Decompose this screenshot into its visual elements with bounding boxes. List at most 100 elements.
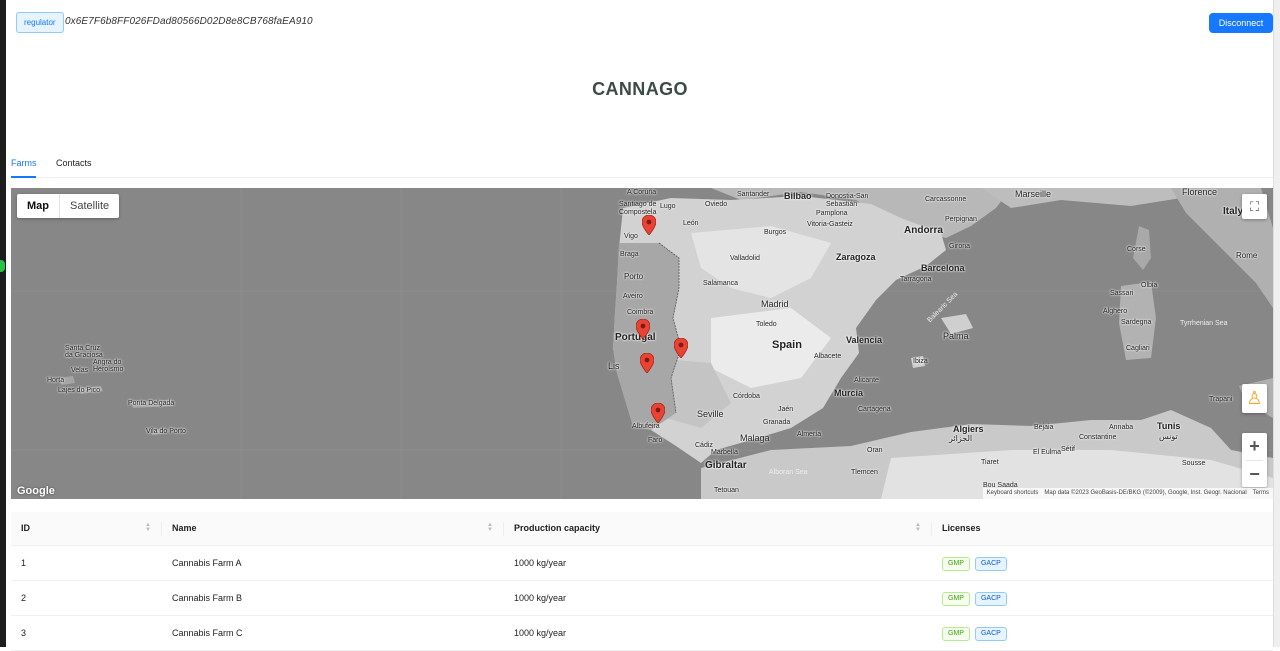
label-sardegna: Sardegna [1121, 319, 1152, 326]
sort-icon[interactable]: ▲ ▼ [145, 522, 151, 533]
label-angra: Angra do Heroísmo [93, 359, 124, 373]
cell-capacity: 1000 kg/year [514, 628, 567, 638]
label-olbia: Olbia [1141, 282, 1158, 289]
label-cagliari: Cagliari [1126, 345, 1150, 352]
label-murcia: Murcia [834, 388, 864, 398]
cell-name: Cannabis Farm B [172, 593, 243, 603]
label-algiers-ar: الجزائر [949, 434, 973, 443]
table-row[interactable]: 1 Cannabis Farm A 1000 kg/year GMP GACP [11, 546, 1273, 581]
label-albufeira: Albufeira [632, 423, 660, 430]
label-valladolid: Valladolid [730, 255, 760, 262]
label-horta: Horta [47, 377, 65, 384]
terms-link[interactable]: Terms [1253, 488, 1269, 499]
column-id-header[interactable]: ID ▲ ▼ [21, 512, 151, 546]
table-row[interactable]: 3 Cannabis Farm C 1000 kg/year GMP GACP [11, 616, 1273, 651]
label-trapani: Trapani [1209, 396, 1233, 403]
column-name-header[interactable]: Name ▲ ▼ [172, 512, 493, 546]
label-vigo: Vigo [624, 233, 638, 240]
label-oviedo: Oviedo [705, 201, 728, 208]
map-type-satellite-button[interactable]: Satellite [60, 194, 119, 218]
disconnect-button[interactable]: Disconnect [1209, 13, 1273, 33]
label-donostia: Donostia-San Sebastián [826, 193, 869, 208]
farm-marker-pin[interactable] [635, 318, 651, 340]
label-alghero: Alghero [1103, 308, 1128, 315]
label-tunis: Tunis [1157, 421, 1181, 431]
tab-contacts[interactable]: Contacts [56, 157, 92, 169]
label-marseille: Marseille [1015, 189, 1052, 199]
license-tag: GMP [942, 591, 970, 606]
label-ponta-delgada: Ponta Delgada [128, 400, 175, 407]
column-divider [161, 522, 162, 536]
label-bilbao: Bilbao [784, 191, 812, 201]
street-view-pegman-icon[interactable]: ♙ [1242, 384, 1267, 413]
label-tiaret: Tiaret [981, 459, 999, 466]
farm-marker-pin[interactable] [673, 337, 688, 359]
cell-capacity: 1000 kg/year [514, 558, 567, 568]
farms-map[interactable]: A Coruña Santiago de Compostela Lugo Ovi… [11, 188, 1273, 499]
label-cadiz: Cádiz [695, 442, 713, 449]
wallet-address: 0x6E7F6b8FF026FDad80566D02D8e8CB768faEA9… [65, 16, 313, 27]
label-braga: Braga [620, 251, 639, 258]
tab-farms[interactable]: Farms [11, 157, 37, 169]
label-madrid: Madrid [761, 299, 789, 309]
cell-id: 3 [21, 628, 27, 638]
label-santander: Santander [737, 191, 770, 198]
license-tag: GACP [974, 626, 1007, 641]
map-attribution: Keyboard shortcuts Map data ©2023 GeoBas… [982, 488, 1273, 499]
fullscreen-icon[interactable]: ⛶ [1242, 194, 1267, 219]
farm-marker-pin[interactable] [639, 352, 655, 374]
header: regulator 0x6E7F6b8FF026FDad80566D02D8e8… [16, 12, 1274, 34]
sort-icon[interactable]: ▲ ▼ [915, 522, 921, 533]
label-marbella: Marbella [711, 449, 738, 456]
label-granada: Granada [763, 419, 791, 426]
label-gibraltar: Gibraltar [705, 460, 747, 471]
farm-marker-pin[interactable] [650, 402, 666, 424]
column-capacity-header[interactable]: Production capacity ▲ ▼ [514, 512, 921, 546]
google-logo: Google [17, 485, 55, 497]
sort-icon[interactable]: ▲ ▼ [487, 522, 493, 533]
label-malaga: Malaga [740, 433, 770, 443]
label-burgos: Burgos [764, 229, 787, 236]
label-algiers: Algiers [953, 424, 984, 434]
table-row[interactable]: 2 Cannabis Farm B 1000 kg/year GMP GACP [11, 581, 1273, 616]
license-tag: GACP [974, 591, 1007, 606]
zoom-out-icon[interactable]: − [1242, 461, 1267, 488]
label-perpignan: Perpignan [945, 216, 977, 223]
label-seville: Seville [697, 409, 724, 419]
cannago-logo: CANNAGO [592, 79, 688, 99]
farms-table: ID ▲ ▼ Name ▲ ▼ Production capacity ▲ ▼ Licens… [11, 512, 1273, 651]
label-lisbon: Lis [608, 361, 620, 371]
farm-marker-pin[interactable] [641, 214, 657, 236]
license-tag: GMP [942, 626, 970, 641]
label-a-coruna: A Coruña [627, 189, 657, 196]
label-aveiro: Aveiro [623, 293, 643, 300]
cell-id: 1 [21, 558, 27, 568]
label-vitoria: Vitoria-Gasteiz [807, 221, 853, 228]
label-girona: Girona [949, 243, 971, 250]
label-tarragona: Tarragona [900, 276, 932, 283]
label-palma: Palma [943, 331, 969, 341]
label-santa-cruz: Santa Cruz da Graciosa [65, 345, 103, 359]
label-leon: León [683, 220, 699, 227]
label-barcelona: Barcelona [921, 263, 965, 273]
tab-bar: Farms Contacts [11, 157, 1273, 178]
label-rome: Rome [1236, 251, 1258, 260]
zoom-in-icon[interactable]: + [1242, 433, 1267, 460]
label-carcassonne: Carcassonne [925, 196, 967, 203]
keyboard-shortcuts-link[interactable]: Keyboard shortcuts [987, 488, 1039, 499]
cell-name: Cannabis Farm C [172, 628, 243, 638]
label-lugo: Lugo [660, 203, 676, 210]
label-corse: Corse [1127, 246, 1146, 253]
label-oran: Oran [867, 447, 883, 454]
label-tunis-ar: تونس [1159, 432, 1178, 441]
label-setif: Sétif [1061, 446, 1076, 453]
status-dot [0, 260, 5, 272]
label-porto: Porto [624, 272, 644, 281]
label-tetouan: Tetouan [714, 487, 739, 494]
license-tag: GACP [974, 556, 1007, 571]
label-cartagena: Cartagena [858, 406, 891, 413]
column-divider [931, 522, 932, 536]
cell-capacity: 1000 kg/year [514, 593, 567, 603]
map-type-map-button[interactable]: Map [17, 194, 60, 218]
label-cordoba: Córdoba [733, 393, 760, 400]
